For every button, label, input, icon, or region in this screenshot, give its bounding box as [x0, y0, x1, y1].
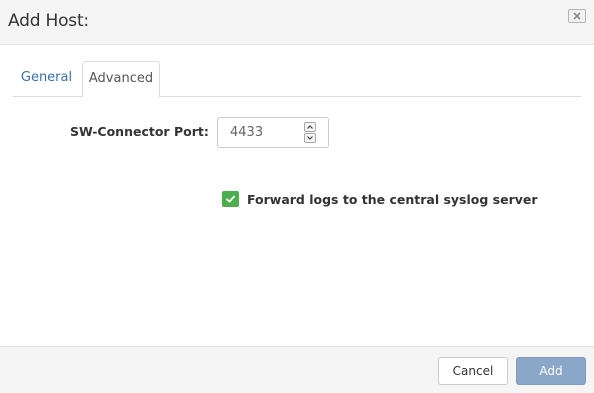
tab-advanced[interactable]: Advanced	[82, 61, 160, 98]
chevron-down-icon	[307, 136, 313, 140]
forward-logs-label[interactable]: Forward logs to the central syslog serve…	[247, 192, 538, 207]
dialog-title: Add Host:	[8, 11, 89, 31]
chevron-up-icon	[307, 125, 313, 129]
sw-connector-port-label: SW-Connector Port:	[70, 124, 209, 139]
add-button[interactable]: Add	[516, 357, 586, 385]
forward-logs-checkbox[interactable]	[222, 191, 239, 207]
dialog-footer: Cancel Add	[0, 346, 594, 393]
close-icon	[573, 12, 581, 20]
sw-connector-port-input[interactable]	[230, 125, 300, 140]
add-host-dialog: Add Host: General Advanced SW-Connector …	[0, 0, 594, 393]
port-decrement-button[interactable]	[304, 133, 316, 143]
port-increment-button[interactable]	[304, 122, 316, 132]
close-button[interactable]	[568, 9, 586, 23]
cancel-button[interactable]: Cancel	[438, 357, 508, 385]
tab-general[interactable]: General	[13, 61, 80, 97]
sw-connector-port-stepper	[217, 117, 329, 148]
check-icon	[226, 195, 235, 203]
tab-bar: General Advanced	[13, 61, 581, 98]
dialog-header: Add Host:	[0, 0, 594, 45]
